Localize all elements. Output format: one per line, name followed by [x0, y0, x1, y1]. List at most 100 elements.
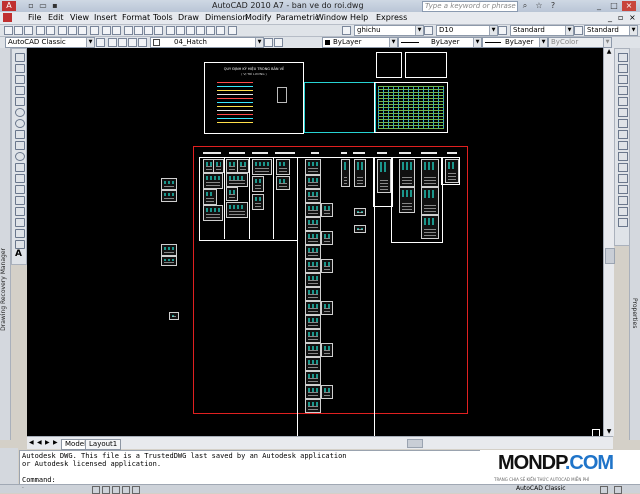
sheet[interactable] [252, 194, 264, 210]
text-style-combo[interactable]: Standard ▼ [510, 25, 574, 36]
sheet[interactable] [252, 176, 264, 192]
sun-icon[interactable] [128, 38, 137, 47]
circle-icon[interactable] [15, 119, 25, 128]
grid-toggle[interactable] [102, 486, 110, 494]
menu-help[interactable]: Help [350, 13, 368, 22]
tab-prev-icon[interactable]: ◀ [37, 439, 42, 446]
preview-icon[interactable] [46, 26, 55, 35]
ellipse-arc-icon[interactable] [15, 163, 25, 172]
clean-screen-icon[interactable] [614, 486, 622, 494]
sheet[interactable] [421, 215, 439, 239]
scale-object-icon[interactable] [618, 130, 628, 139]
open-icon[interactable] [14, 26, 23, 35]
sheet[interactable] [203, 189, 217, 205]
sheet[interactable] [377, 159, 391, 193]
sheet[interactable] [305, 159, 321, 175]
ortho-toggle[interactable] [112, 486, 120, 494]
sheet[interactable] [321, 301, 333, 315]
loose-sheet[interactable] [161, 244, 177, 256]
stretch-icon[interactable] [618, 141, 628, 150]
polar-toggle[interactable] [122, 486, 130, 494]
color-combo[interactable]: ByLayer ▼ [322, 37, 398, 48]
extend-icon[interactable] [618, 163, 628, 172]
revision-cloud-icon[interactable] [15, 130, 25, 139]
construction-line-icon[interactable] [15, 64, 25, 73]
linetype-combo[interactable]: ByLayer ▼ [398, 37, 482, 48]
snap-toggle[interactable] [92, 486, 100, 494]
menu-view[interactable]: View [70, 13, 89, 22]
spline-icon[interactable] [15, 141, 25, 150]
osnap-toggle[interactable] [132, 486, 140, 494]
offset-icon[interactable] [618, 86, 628, 95]
loose-sheet[interactable] [161, 178, 177, 190]
match-properties-icon[interactable] [90, 26, 99, 35]
drawing-canvas[interactable]: QUY ĐỊNH KÝ HIỆU TRONG BẢN VẼ ( VỊ TRÍ L… [27, 48, 603, 436]
sheet[interactable] [321, 231, 333, 245]
close-button[interactable]: × [622, 1, 636, 11]
join-icon[interactable] [618, 185, 628, 194]
sheet[interactable] [305, 217, 321, 231]
command-window[interactable]: Autodesk DWG. This file is a TrustedDWG … [19, 450, 481, 487]
sheet[interactable] [213, 159, 224, 173]
table-icon[interactable] [15, 240, 25, 249]
menu-format[interactable]: Format [122, 13, 150, 22]
tool-palettes-icon[interactable] [186, 26, 195, 35]
doc-restore-button[interactable]: ▫ [618, 13, 623, 22]
sheet[interactable] [305, 329, 321, 343]
sheet[interactable] [305, 189, 321, 203]
scroll-down-button[interactable]: ▼ [605, 428, 613, 436]
region-icon[interactable] [15, 229, 25, 238]
scroll-up-button[interactable]: ▲ [605, 48, 613, 56]
menu-tools[interactable]: Tools [153, 13, 173, 22]
pan-icon[interactable] [124, 26, 133, 35]
command-prompt[interactable]: Command: [22, 476, 478, 484]
search-icon[interactable]: ⌕ [518, 1, 532, 11]
sheet[interactable] [226, 173, 248, 187]
sheet[interactable] [305, 315, 321, 329]
loose-sheet[interactable] [169, 312, 179, 320]
ellipse-icon[interactable] [15, 152, 25, 161]
doc-icon[interactable] [3, 13, 12, 22]
sheet[interactable] [321, 343, 333, 357]
hatch-icon[interactable] [15, 207, 25, 216]
tab-first-icon[interactable]: ◀ [29, 439, 34, 446]
sheet[interactable] [399, 159, 415, 187]
recovery-manager-palette[interactable]: Drawing Recovery Manager [0, 48, 11, 440]
sheet[interactable] [305, 301, 321, 315]
mirror-icon[interactable] [618, 75, 628, 84]
maximize-button[interactable]: □ [607, 1, 621, 11]
zoom-realtime-icon[interactable] [134, 26, 143, 35]
properties-palette[interactable]: Properties [629, 48, 640, 440]
sheet[interactable] [305, 203, 321, 217]
make-block-icon[interactable] [15, 185, 25, 194]
sheet[interactable] [321, 203, 333, 217]
tab-layout1[interactable]: Layout1 [85, 439, 122, 450]
menu-draw[interactable]: Draw [178, 13, 199, 22]
menu-dimension[interactable]: Dimension [205, 13, 248, 22]
zoom-window-icon[interactable] [144, 26, 153, 35]
star-icon[interactable]: ☆ [532, 1, 546, 11]
sheet[interactable] [305, 399, 321, 413]
sheet[interactable] [341, 159, 350, 187]
tab-last-icon[interactable]: ▶ [53, 439, 58, 446]
design-center-icon[interactable] [176, 26, 185, 35]
move-icon[interactable] [618, 108, 628, 117]
horizontal-scrollbar[interactable]: ◀ ◀ ▶ ▶ Model Layout1 [27, 436, 613, 450]
text-style-icon[interactable] [342, 26, 351, 35]
sheet[interactable] [276, 159, 290, 175]
break-icon[interactable] [618, 174, 628, 183]
sheet[interactable] [305, 343, 321, 357]
qa-save-icon[interactable]: ▪ [48, 1, 62, 11]
tab-next-icon[interactable]: ▶ [45, 439, 50, 446]
layer-properties-icon[interactable] [108, 38, 117, 47]
scale-combo[interactable]: D10 ▼ [436, 25, 498, 36]
sheet[interactable] [276, 176, 290, 190]
loose-sheet[interactable] [161, 190, 177, 202]
search-input[interactable]: Type a keyword or phrase [422, 1, 518, 12]
cut-icon[interactable] [58, 26, 67, 35]
chamfer-icon[interactable] [618, 196, 628, 205]
sheet[interactable] [226, 202, 248, 218]
doc-close-button[interactable]: × [629, 13, 636, 22]
sheet[interactable] [203, 173, 223, 189]
minimize-button[interactable]: _ [592, 1, 606, 11]
